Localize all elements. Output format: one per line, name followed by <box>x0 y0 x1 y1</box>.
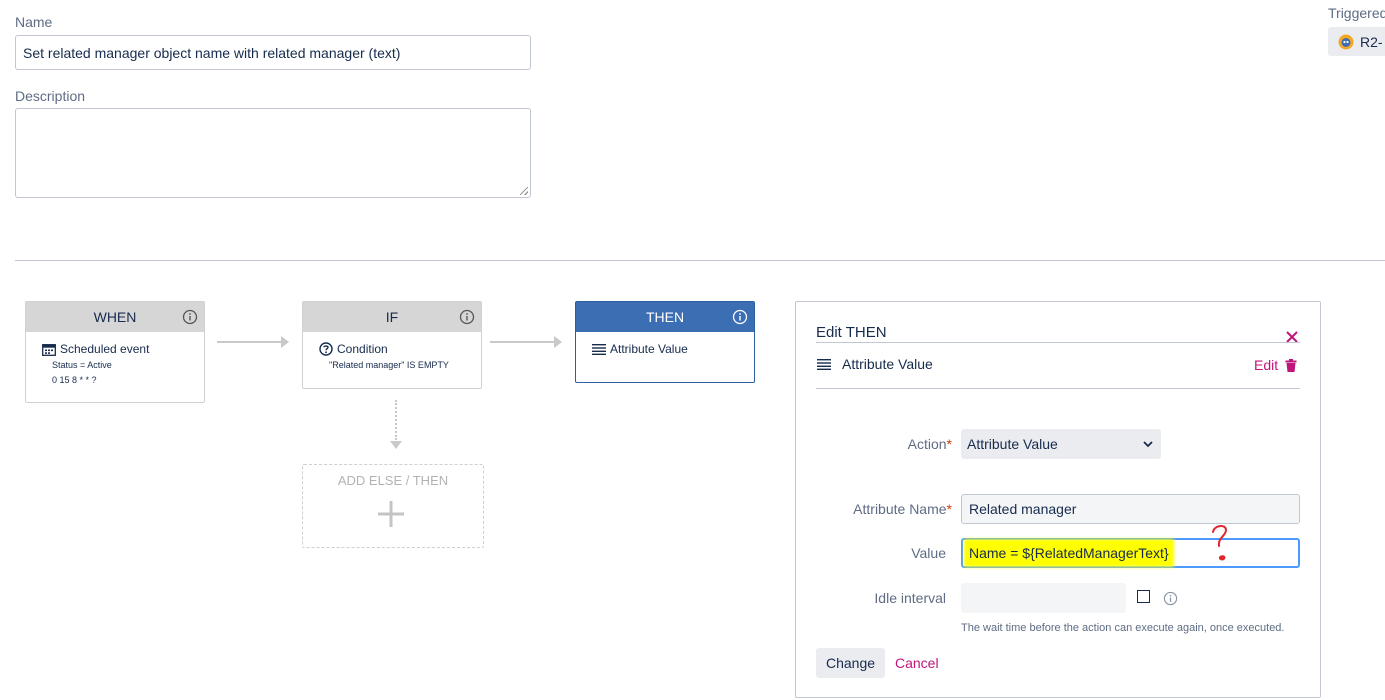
triggered-chip[interactable]: R2- <box>1328 27 1385 56</box>
attribute-name-label: Attribute Name* <box>853 501 952 517</box>
idle-interval-input[interactable] <box>961 583 1126 613</box>
if-block[interactable]: IF Condition "Related manager" IS EMPTY <box>302 301 482 389</box>
when-detail-status: Status = Active <box>52 360 112 370</box>
then-block[interactable]: THEN Attribute Value <box>575 301 755 383</box>
chevron-down-icon <box>1143 440 1153 447</box>
resize-handle-icon[interactable] <box>520 187 528 195</box>
cancel-link[interactable]: Cancel <box>895 655 939 671</box>
edit-panel-title: Edit THEN <box>816 324 887 341</box>
description-textarea[interactable] <box>15 108 531 198</box>
then-title: Attribute Value <box>610 342 688 356</box>
action-label: Action* <box>907 436 952 452</box>
robot-avatar-icon <box>1338 34 1354 49</box>
attribute-name-value: Related manager <box>969 501 1077 517</box>
idle-interval-label: Idle interval <box>874 590 946 606</box>
section-divider <box>15 260 1385 261</box>
change-button[interactable]: Change <box>816 648 885 678</box>
value-label: Value <box>911 545 946 561</box>
list-icon <box>817 359 831 370</box>
if-title: Condition <box>337 342 388 356</box>
action-select[interactable]: Attribute Value <box>961 429 1161 459</box>
info-icon[interactable] <box>182 309 198 325</box>
flow-arrow <box>217 336 289 348</box>
when-title: Scheduled event <box>60 342 150 356</box>
action-select-value: Attribute Value <box>967 436 1058 452</box>
value-input-text: Name = ${RelatedManagerText} <box>967 542 1171 564</box>
name-input[interactable]: Set related manager object name with rel… <box>15 35 531 70</box>
edit-then-panel: Edit THEN Attribute Value Edit Action* A… <box>795 301 1321 698</box>
summary-divider <box>816 388 1300 389</box>
idle-interval-checkbox[interactable] <box>1137 590 1150 603</box>
triggered-chip-text: R2- <box>1360 33 1383 50</box>
flow-arrow <box>490 336 562 348</box>
info-icon[interactable] <box>1163 591 1178 606</box>
name-label: Name <box>15 14 53 30</box>
if-detail: "Related manager" IS EMPTY <box>329 360 449 370</box>
edit-link[interactable]: Edit <box>1254 357 1278 373</box>
panel-title-divider <box>816 342 1300 343</box>
when-header: WHEN <box>93 309 137 325</box>
when-detail-cron: 0 15 8 * * ? <box>52 375 97 385</box>
add-else-then-button[interactable]: ADD ELSE / THEN <box>302 464 484 548</box>
add-else-then-label: ADD ELSE / THEN <box>337 473 449 488</box>
flow-connector <box>395 400 397 440</box>
info-icon[interactable] <box>459 309 475 325</box>
list-icon <box>592 344 606 355</box>
description-label: Description <box>15 88 86 104</box>
plus-icon <box>378 501 404 527</box>
triggered-label: Triggered <box>1328 5 1385 21</box>
info-icon[interactable] <box>732 309 748 325</box>
attribute-name-input[interactable]: Related manager <box>961 494 1300 524</box>
if-header: IF <box>385 309 399 325</box>
when-block[interactable]: WHEN Scheduled event Status = Active 0 1… <box>25 301 205 403</box>
then-header: THEN <box>645 309 685 325</box>
value-input[interactable]: Name = ${RelatedManagerText} <box>961 538 1300 568</box>
idle-interval-help: The wait time before the action can exec… <box>961 622 1285 634</box>
name-input-value: Set related manager object name with rel… <box>23 44 401 61</box>
trash-icon[interactable] <box>1285 359 1297 372</box>
annotation-question-mark <box>1212 525 1228 561</box>
calendar-icon <box>42 343 56 356</box>
action-summary-name: Attribute Value <box>842 356 933 372</box>
question-circle-icon <box>319 342 333 356</box>
flow-arrowhead <box>390 441 402 449</box>
